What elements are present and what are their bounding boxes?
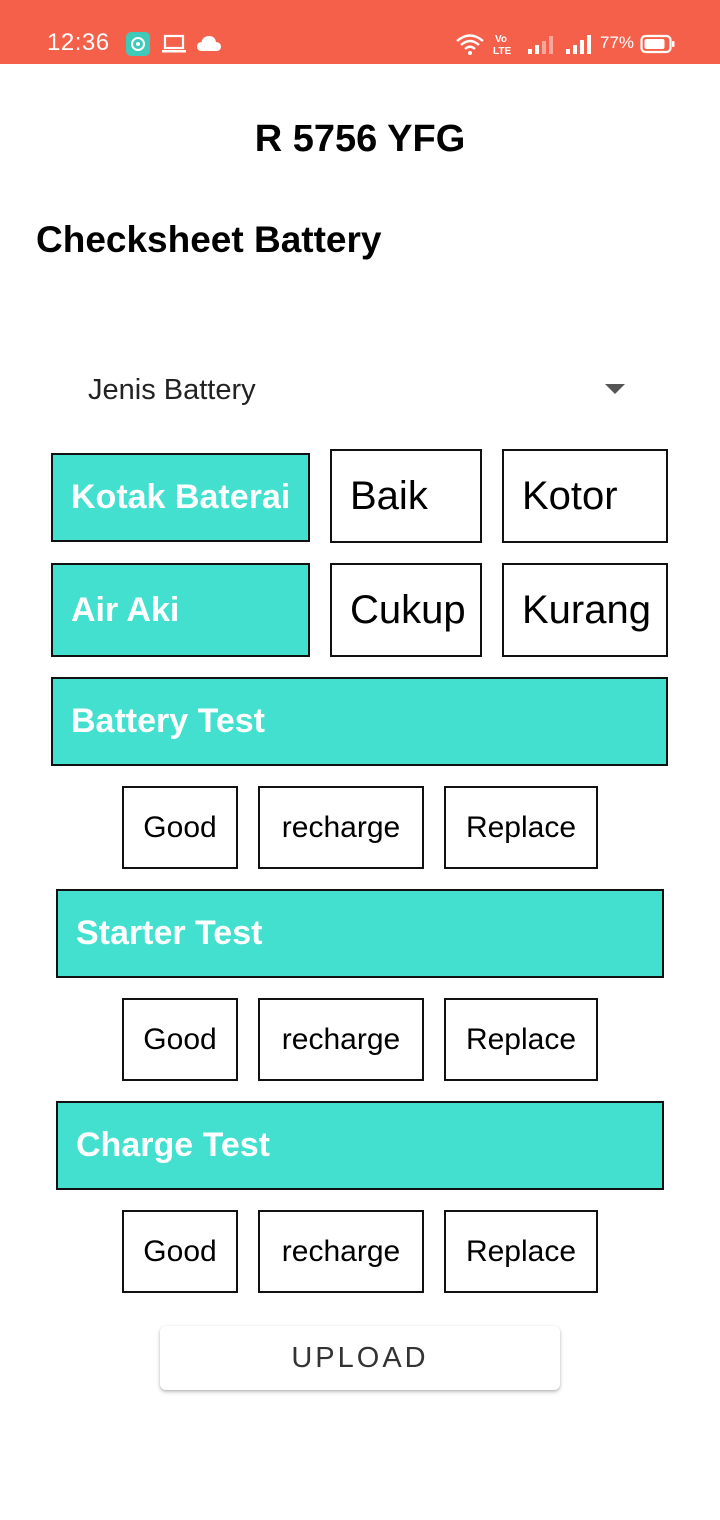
starter-test-option-good[interactable]: Good (122, 998, 238, 1081)
volte-icon: Vo LTE (493, 32, 519, 56)
charge-test-option-recharge[interactable]: recharge (258, 1210, 424, 1293)
option-label: Replace (465, 810, 577, 844)
cloud-icon (196, 32, 222, 56)
wifi-icon (455, 32, 485, 56)
air-aki-label: Air Aki (71, 590, 180, 629)
starter-test-option-recharge[interactable]: recharge (258, 998, 424, 1081)
page-title: Checksheet Battery (36, 219, 382, 260)
option-label: recharge (281, 1022, 401, 1056)
vehicle-plate: R 5756 YFG (254, 118, 466, 160)
battery-test-option-replace[interactable]: Replace (444, 786, 598, 869)
battery-test-label: Battery Test (71, 702, 265, 740)
starter-test-header: Starter Test (56, 889, 664, 978)
dropdown-arrow-icon (605, 384, 625, 394)
kotak-baterai-label: Kotak Baterai (71, 478, 291, 516)
svg-text:Vo: Vo (495, 34, 507, 45)
kotak-baterai-header: Kotak Baterai (51, 453, 310, 542)
air-aki-option-kurang[interactable]: Kurang (502, 563, 668, 657)
upload-button[interactable]: UPLOAD (160, 1326, 560, 1390)
battery-icon (640, 32, 676, 56)
starter-test-label: Starter Test (76, 914, 263, 952)
option-label: Replace (465, 1234, 577, 1268)
option-label: Cukup (350, 587, 466, 632)
air-aki-header: Air Aki (51, 563, 310, 657)
option-label: Kotor (522, 473, 618, 518)
charge-test-label: Charge Test (76, 1126, 270, 1164)
battery-test-option-good[interactable]: Good (122, 786, 238, 869)
starter-test-option-replace[interactable]: Replace (444, 998, 598, 1081)
charge-test-option-replace[interactable]: Replace (444, 1210, 598, 1293)
battery-type-dropdown[interactable]: Jenis Battery (88, 368, 648, 412)
upload-button-label: UPLOAD (291, 1341, 429, 1374)
option-label: Good (143, 1234, 217, 1268)
battery-test-option-recharge[interactable]: recharge (258, 786, 424, 869)
kotak-baterai-option-baik[interactable]: Baik (330, 449, 482, 543)
status-time: 12:36 (47, 29, 110, 56)
battery-type-label: Jenis Battery (88, 374, 256, 406)
svg-text:LTE: LTE (493, 46, 511, 56)
battery-test-header: Battery Test (51, 677, 668, 766)
kotak-baterai-option-kotor[interactable]: Kotor (502, 449, 668, 543)
laptop-icon (161, 32, 187, 56)
air-aki-option-cukup[interactable]: Cukup (330, 563, 482, 657)
option-label: Good (143, 1022, 217, 1056)
option-label: recharge (281, 1234, 401, 1268)
option-label: Good (143, 810, 217, 844)
option-label: Kurang (522, 587, 651, 632)
signal-sim2-icon (565, 32, 595, 56)
option-label: recharge (281, 810, 401, 844)
option-label: Replace (465, 1022, 577, 1056)
status-bar: 12:36 Vo LTE 77% (0, 0, 720, 64)
option-label: Baik (350, 473, 428, 518)
app-notification-icon (126, 32, 150, 56)
charge-test-option-good[interactable]: Good (122, 1210, 238, 1293)
battery-percent: 77% (600, 33, 635, 52)
signal-sim1-icon (527, 32, 555, 56)
charge-test-header: Charge Test (56, 1101, 664, 1190)
